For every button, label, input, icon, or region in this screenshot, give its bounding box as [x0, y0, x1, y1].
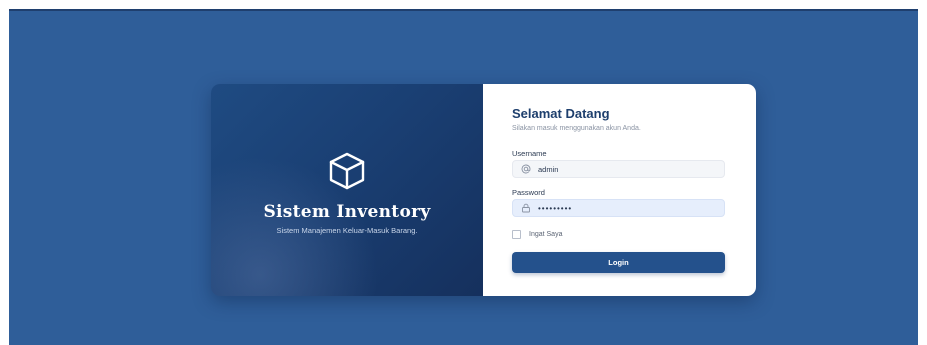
brand-panel: Sistem Inventory Sistem Manajemen Keluar…: [211, 84, 483, 296]
welcome-title: Selamat Datang: [512, 106, 610, 121]
password-value: •••••••••: [538, 203, 573, 213]
login-form: Selamat Datang Silakan masuk menggunakan…: [483, 84, 756, 296]
brand-title: Sistem Inventory: [263, 202, 431, 222]
username-field[interactable]: admin: [512, 160, 725, 178]
cube-icon: [329, 152, 365, 190]
username-value: admin: [538, 164, 559, 174]
remember-me[interactable]: Ingat Saya: [512, 230, 562, 239]
lock-icon: [522, 203, 530, 213]
welcome-subtitle: Silakan masuk menggunakan akun Anda.: [512, 125, 641, 132]
login-button[interactable]: Login: [512, 252, 725, 273]
at-sign-icon: [521, 164, 531, 174]
login-card: Sistem Inventory Sistem Manajemen Keluar…: [211, 84, 756, 296]
remember-checkbox[interactable]: [512, 230, 521, 239]
brand-subtitle: Sistem Manajemen Keluar-Masuk Barang.: [276, 226, 418, 235]
username-label: Username: [512, 149, 547, 158]
remember-label: Ingat Saya: [529, 231, 563, 238]
password-label: Password: [512, 188, 545, 197]
password-field[interactable]: •••••••••: [512, 199, 725, 217]
page-background: Sistem Inventory Sistem Manajemen Keluar…: [9, 9, 918, 345]
